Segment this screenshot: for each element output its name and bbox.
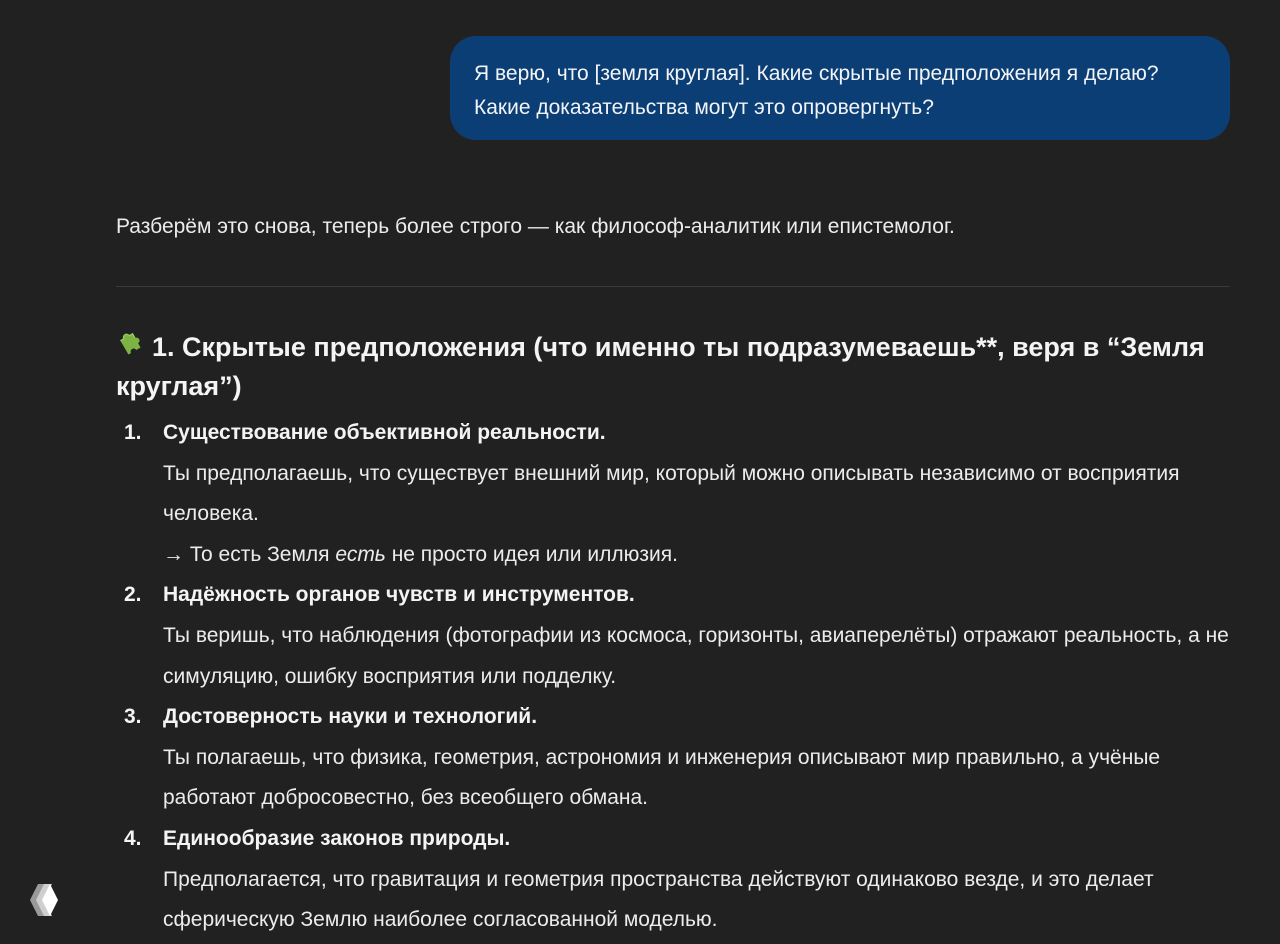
item-heading: Существование объективной реальности. — [163, 421, 606, 444]
item-number: 3. — [124, 705, 142, 729]
item-note-prefix: → То есть Земля — [163, 542, 336, 566]
list-item: 1. Существование объективной реальности.… — [116, 413, 1230, 575]
item-note: → То есть Земля есть не просто идея или … — [163, 535, 1230, 576]
assumptions-list: 1. Существование объективной реальности.… — [116, 413, 1230, 941]
item-body: Предполагается, что гравитация и геометр… — [163, 867, 1154, 932]
assistant-message: Разберём это снова, теперь более строго … — [116, 206, 1230, 941]
item-body: Ты полагаешь, что физика, геометрия, аст… — [163, 745, 1161, 810]
item-number: 1. — [124, 421, 142, 444]
list-item: 3. Достоверность науки и технологий. Ты … — [116, 697, 1230, 819]
item-heading: Достоверность науки и технологий. — [163, 705, 538, 729]
list-item: 4. Единообразие законов природы. Предпол… — [116, 819, 1230, 941]
item-number: 4. — [124, 826, 142, 850]
item-body: Ты предполагаешь, что существует внешний… — [163, 461, 1180, 526]
puzzle-icon — [116, 330, 146, 360]
item-note-emphasis: есть — [335, 542, 386, 566]
item-body: Ты веришь, что наблюдения (фотографии из… — [163, 623, 1229, 688]
item-heading: Надёжность органов чувств и инструментов… — [163, 583, 635, 607]
user-message-bubble: Я верю, что [земля круглая]. Какие скрыт… — [450, 36, 1230, 140]
app-logo-icon — [28, 882, 60, 918]
assistant-intro: Разберём это снова, теперь более строго … — [116, 215, 955, 238]
divider — [116, 286, 1230, 287]
list-item: 2. Надёжность органов чувств и инструмен… — [116, 575, 1230, 697]
chat-page: Я верю, что [земля круглая]. Какие скрыт… — [0, 0, 1280, 944]
item-note-suffix: не просто идея или иллюзия. — [385, 542, 678, 566]
user-message-text: Я верю, что [земля круглая]. Какие скрыт… — [474, 62, 1159, 119]
section-title-text: 1. Скрытые предположения (что именно ты … — [116, 332, 1205, 401]
item-number: 2. — [124, 583, 142, 607]
item-heading: Единообразие законов природы. — [163, 826, 511, 850]
section-heading: 1. Скрытые предположения (что именно ты … — [116, 328, 1230, 406]
